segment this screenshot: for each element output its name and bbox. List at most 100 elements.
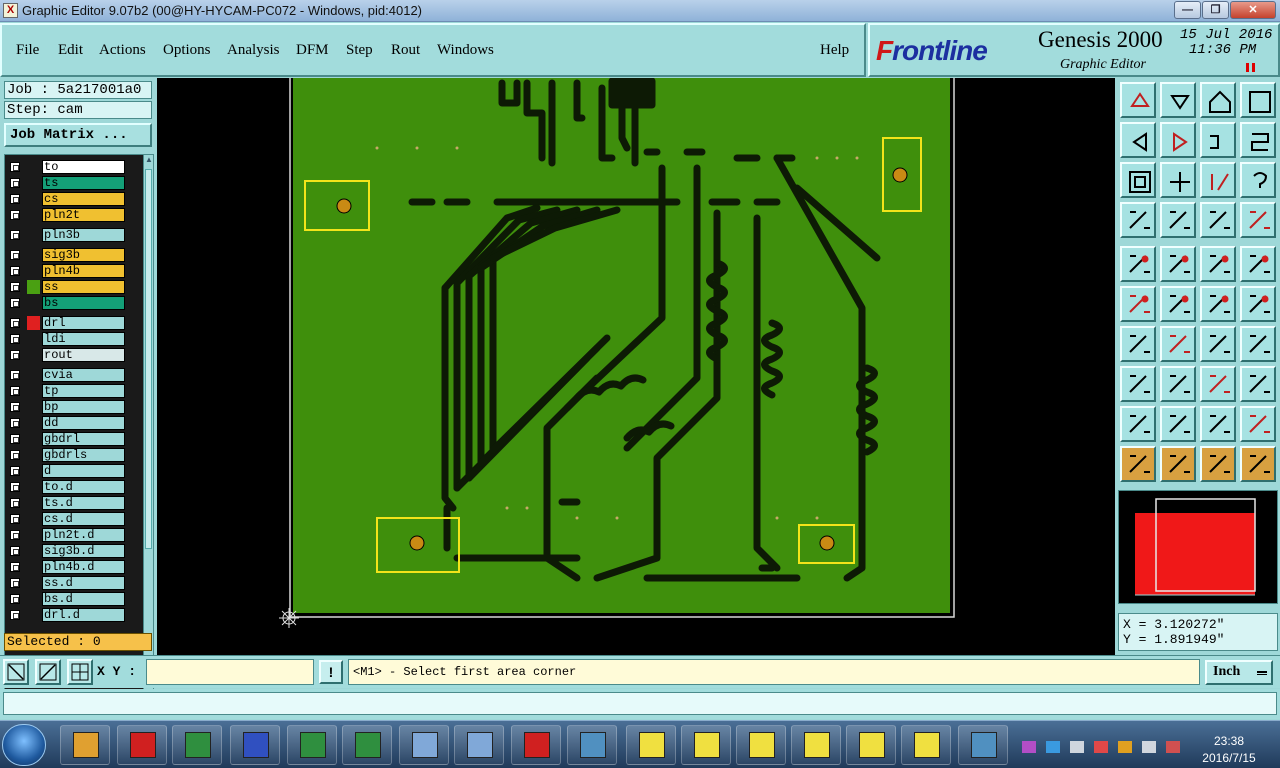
message-field[interactable] xyxy=(3,692,1277,715)
layer-name[interactable]: bs.d xyxy=(42,592,125,606)
layer-row[interactable]: rout xyxy=(7,347,125,363)
layer-name[interactable]: cs xyxy=(42,192,125,206)
tray-flag-icon[interactable] xyxy=(1094,741,1108,753)
color-layer-icon[interactable] xyxy=(1160,246,1196,282)
layer-row[interactable]: bs xyxy=(7,295,125,311)
zoom-window-icon[interactable] xyxy=(1240,82,1276,118)
zoom-center-icon[interactable] xyxy=(1160,162,1196,198)
layer-row[interactable]: sig3b xyxy=(7,247,125,263)
mirror-icon[interactable] xyxy=(1240,326,1276,362)
select-path-icon[interactable] xyxy=(1240,446,1276,482)
taskbar-xwin-1-icon[interactable] xyxy=(626,725,676,765)
layer-checkbox[interactable] xyxy=(10,350,20,360)
layer-name[interactable]: drl.d xyxy=(42,608,125,622)
layer-swatch[interactable] xyxy=(27,264,40,278)
layer-swatch[interactable] xyxy=(27,400,40,414)
scroll-up-arrow-icon[interactable]: ▲ xyxy=(144,155,153,167)
layer-name[interactable]: d xyxy=(42,464,125,478)
layer-name[interactable]: pln4b.d xyxy=(42,560,125,574)
layer-row[interactable]: ts.d xyxy=(7,495,125,511)
layer-swatch[interactable] xyxy=(27,368,40,382)
layer-name[interactable]: cvia xyxy=(42,368,125,382)
layer-row[interactable]: drl.d xyxy=(7,607,125,623)
layer-name[interactable]: ss xyxy=(42,280,125,294)
menu-step[interactable]: Step xyxy=(346,42,373,59)
taskbar-xwin-5-icon[interactable] xyxy=(846,725,896,765)
pcb-board-view[interactable] xyxy=(157,78,1115,655)
layer-checkbox[interactable] xyxy=(10,162,20,172)
tray-network-icon[interactable] xyxy=(1070,741,1084,753)
layer-swatch[interactable] xyxy=(27,592,40,606)
taskbar-xwin-6-icon[interactable] xyxy=(901,725,951,765)
taskbar-xwin-4-icon[interactable] xyxy=(791,725,841,765)
scroll-thumb[interactable] xyxy=(145,169,152,549)
menu-rout[interactable]: Rout xyxy=(391,42,420,59)
feature-snap-icon[interactable] xyxy=(1120,246,1156,282)
layer-swatch[interactable] xyxy=(27,280,40,294)
menu-edit[interactable]: Edit xyxy=(58,42,83,59)
layer-name[interactable]: ts.d xyxy=(42,496,125,510)
menu-analysis[interactable]: Analysis xyxy=(227,42,280,59)
ruler-icon[interactable] xyxy=(1200,246,1236,282)
layer-row[interactable]: gbdrl xyxy=(7,431,125,447)
layer-name[interactable]: bs xyxy=(42,296,125,310)
layer-checkbox[interactable] xyxy=(10,498,20,508)
pad-snap-icon[interactable] xyxy=(1240,246,1276,282)
layer-swatch[interactable] xyxy=(27,496,40,510)
taskbar-g-red-icon[interactable] xyxy=(117,725,167,765)
minimize-button[interactable]: — xyxy=(1174,1,1201,19)
layer-checkbox[interactable] xyxy=(10,466,20,476)
layer-swatch[interactable] xyxy=(27,576,40,590)
pause-icon[interactable] xyxy=(1246,63,1255,72)
layer-name[interactable]: pln3b xyxy=(42,228,125,242)
taskbar-image-2-icon[interactable] xyxy=(454,725,504,765)
units-dropdown[interactable]: Inch xyxy=(1205,660,1273,685)
taskbar-p-green-icon[interactable] xyxy=(172,725,222,765)
layer-swatch[interactable] xyxy=(27,608,40,622)
layer-checkbox[interactable] xyxy=(10,562,20,572)
layer-checkbox[interactable] xyxy=(10,250,20,260)
layer-row[interactable]: pln2t xyxy=(7,207,125,223)
layer-row[interactable]: pln3b xyxy=(7,227,125,243)
layer-row[interactable]: tp xyxy=(7,383,125,399)
grid-snap-icon[interactable] xyxy=(67,659,93,685)
draw-arrow-a-icon[interactable] xyxy=(1160,406,1196,442)
home-icon[interactable] xyxy=(1200,82,1236,118)
snap-diagonal-icon[interactable] xyxy=(3,659,29,685)
layer-name[interactable]: sig3b xyxy=(42,248,125,262)
menu-actions[interactable]: Actions xyxy=(99,42,146,59)
layer-checkbox[interactable] xyxy=(10,370,20,380)
profile-snap-icon[interactable] xyxy=(1240,366,1276,402)
layer-checkbox[interactable] xyxy=(10,282,20,292)
layer-checkbox[interactable] xyxy=(10,230,20,240)
layer-name[interactable]: bp xyxy=(42,400,125,414)
layer-name[interactable]: rout xyxy=(42,348,125,362)
layer-row[interactable]: ts xyxy=(7,175,125,191)
layer-checkbox[interactable] xyxy=(10,334,20,344)
layer-swatch[interactable] xyxy=(27,248,40,262)
start-button[interactable] xyxy=(2,724,46,766)
taskbar-pdf-icon[interactable] xyxy=(511,725,561,765)
layer-swatch[interactable] xyxy=(27,432,40,446)
layer-row[interactable]: to xyxy=(7,159,125,175)
layer-name[interactable]: gbdrls xyxy=(42,448,125,462)
layer-checkbox[interactable] xyxy=(10,530,20,540)
layer-swatch[interactable] xyxy=(27,160,40,174)
taskbar-excel-2-icon[interactable] xyxy=(342,725,392,765)
taskbar-save-disk-icon[interactable] xyxy=(230,725,280,765)
layer-name[interactable]: to.d xyxy=(42,480,125,494)
layer-checkbox[interactable] xyxy=(10,266,20,276)
undo-zoom-icon[interactable] xyxy=(1200,122,1236,158)
graphic-canvas[interactable] xyxy=(157,78,1115,655)
layer-row[interactable]: cs.d xyxy=(7,511,125,527)
layer-name[interactable]: pln4b xyxy=(42,264,125,278)
display-net-icon[interactable] xyxy=(1200,202,1236,238)
layer-name[interactable]: drl xyxy=(42,316,125,330)
layer-swatch[interactable] xyxy=(27,416,40,430)
maximize-button[interactable]: ❐ xyxy=(1202,1,1229,19)
select-rotate-icon[interactable] xyxy=(1200,446,1236,482)
layer-name[interactable]: pln2t.d xyxy=(42,528,125,542)
layer-swatch[interactable] xyxy=(27,296,40,310)
layer-checkbox[interactable] xyxy=(10,594,20,604)
layer-scrollbar[interactable]: ▲ ▼ xyxy=(143,155,153,703)
